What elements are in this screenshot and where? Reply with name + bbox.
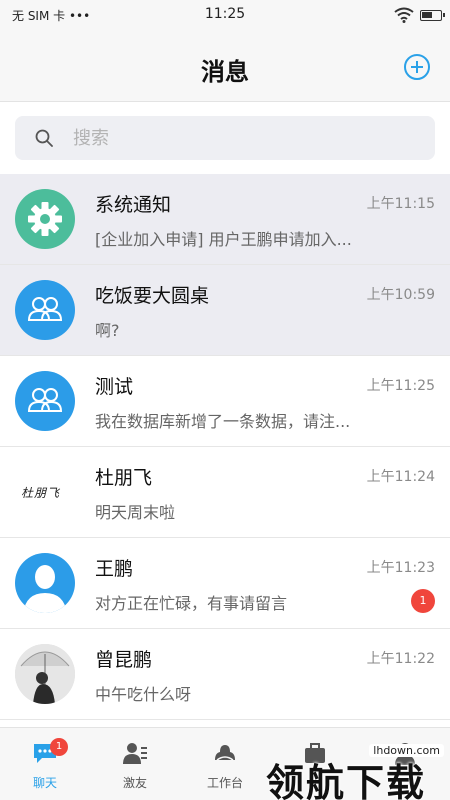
conversation-preview: 中午吃什么呀 [95, 685, 192, 704]
conversation-name: 杜朋飞 [95, 467, 153, 489]
workbench-icon [215, 745, 235, 761]
page-title: 消息 [201, 58, 249, 86]
search-area [0, 102, 450, 174]
conversation-time: 上午10:59 [366, 287, 435, 303]
conversation-time: 上午11:25 [366, 378, 435, 394]
signature-text: 杜朋飞 [21, 486, 61, 500]
tab-badge: 1 [50, 738, 68, 756]
conversation-name: 系统通知 [95, 194, 172, 216]
status-time: 11:25 [204, 6, 246, 22]
conversation-time: 上午11:15 [366, 196, 435, 212]
unread-badge: 1 [411, 589, 435, 613]
tab-label: 工作台 [206, 776, 243, 790]
group-icon [15, 280, 75, 340]
tab-label: 聊天 [32, 776, 57, 790]
add-icon[interactable] [404, 54, 430, 80]
conversation-preview: 对方正在忙碌，有事请留言 [95, 594, 288, 613]
conversation-name: 吃饭要大圆桌 [95, 285, 210, 307]
conversation-item[interactable]: 系统通知 上午11:15 [企业加入申请] 用户王鹏申请加入... [0, 174, 450, 265]
conversation-time: 上午11:23 [366, 560, 435, 576]
conversation-name: 测试 [95, 376, 134, 398]
header: 消息 [0, 30, 450, 102]
conversation-item[interactable]: 杜朋飞 杜朋飞 上午11:24 明天周末啦 [0, 447, 450, 538]
conversation-item[interactable]: 测试 上午11:25 我在数据库新增了一条数据，请注... [0, 356, 450, 447]
conversation-item[interactable]: 王鹏 上午11:23 对方正在忙碌，有事请留言 1 [0, 538, 450, 629]
contacts-icon [123, 743, 147, 764]
status-bar: 无 SIM 卡 ••• 11:25 [0, 0, 450, 30]
conversation-time: 上午11:24 [366, 469, 435, 485]
group-icon [15, 371, 75, 431]
conversation-name: 曾昆鹏 [95, 649, 153, 671]
tab-workbench[interactable]: 工作台 [180, 728, 270, 800]
conversation-item[interactable]: 曾昆鹏 上午11:22 中午吃什么呀 [0, 629, 450, 720]
tab-label: 激友 [122, 776, 147, 790]
conversation-time: 上午11:22 [366, 651, 435, 667]
conversation-name: 王鹏 [95, 558, 134, 580]
conversation-preview: 明天周末啦 [95, 503, 176, 522]
battery-icon [420, 10, 445, 21]
wifi-icon [394, 7, 414, 27]
watermark: lhdown.com 领航下载 [266, 738, 450, 800]
search-box[interactable] [15, 116, 435, 160]
tab-chat[interactable]: 1 聊天 [0, 728, 90, 800]
conversation-list: 系统通知 上午11:15 [企业加入申请] 用户王鹏申请加入... 吃饭要大圆桌… [0, 174, 450, 720]
gear-icon [15, 189, 75, 249]
photo-avatar [15, 644, 75, 704]
person-icon [15, 553, 75, 613]
search-input[interactable] [73, 122, 413, 154]
tab-contacts[interactable]: 激友 [90, 728, 180, 800]
watermark-text: 领航下载 [266, 761, 427, 800]
conversation-preview: 我在数据库新增了一条数据，请注... [95, 412, 351, 431]
signature-avatar: 杜朋飞 [15, 462, 75, 522]
conversation-preview: [企业加入申请] 用户王鹏申请加入... [95, 230, 352, 249]
search-icon [35, 129, 53, 147]
conversation-preview: 啊? [95, 321, 120, 340]
conversation-item[interactable]: 吃饭要大圆桌 上午10:59 啊? [0, 265, 450, 356]
